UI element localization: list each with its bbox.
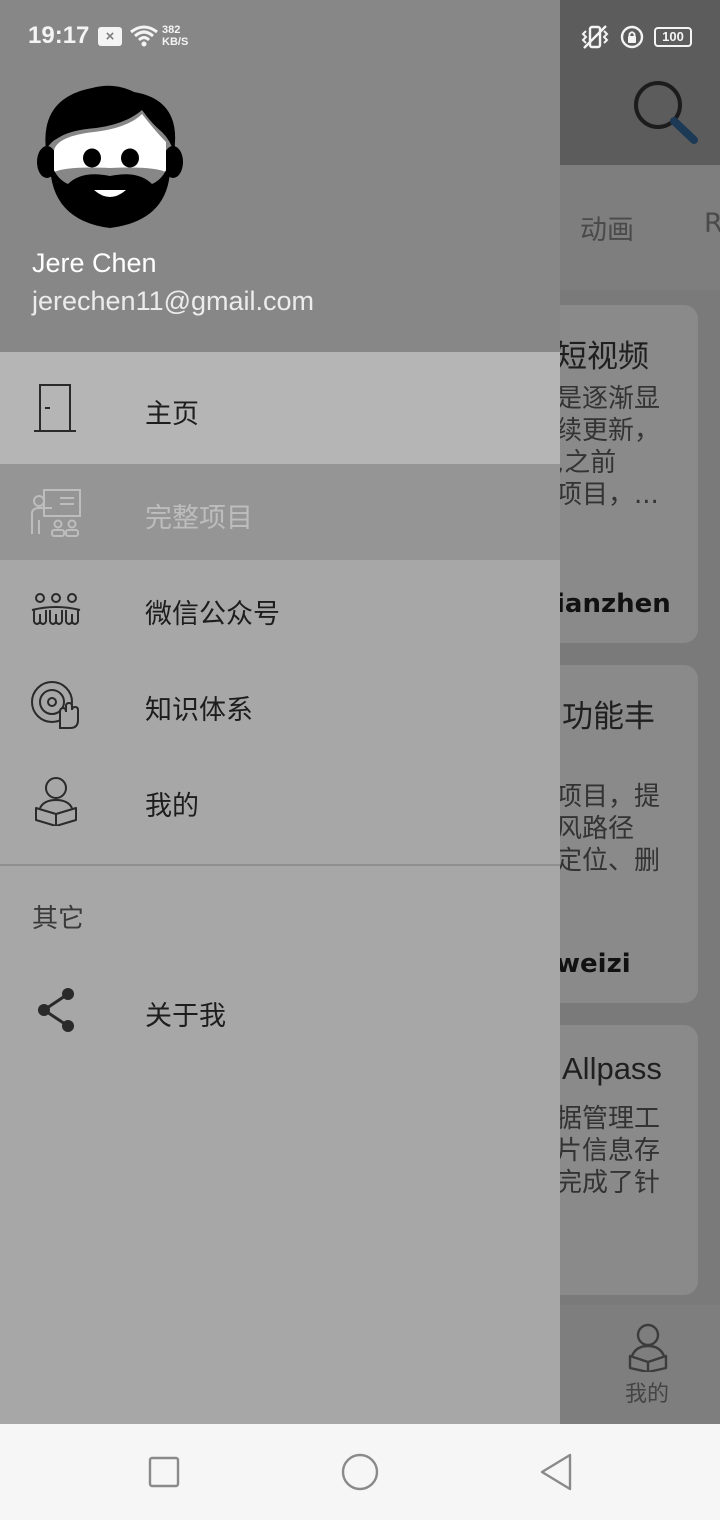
- status-bar: 19:17 × 382 KB/S 100: [0, 0, 720, 72]
- navigation-drawer: Jere Chen jerechen11@gmail.com 主页 完整项目 微…: [0, 0, 560, 1424]
- menu-item-label: 我的: [145, 791, 199, 822]
- vibrate-icon: [581, 25, 609, 49]
- card-author: weizi: [556, 949, 631, 979]
- tab-animation[interactable]: 动画: [580, 208, 634, 247]
- search-icon[interactable]: [628, 78, 700, 144]
- status-time: 19:17: [28, 22, 90, 49]
- card-title: 功能丰: [562, 699, 655, 735]
- card-desc-line: 完成了针: [556, 1168, 661, 1198]
- recents-button[interactable]: [144, 1452, 184, 1492]
- card-desc-line: 是逐渐显: [556, 384, 661, 414]
- notification-close-icon: ×: [98, 27, 122, 46]
- menu-item-label: 完整项目: [145, 503, 253, 534]
- tab-r[interactable]: R: [704, 208, 720, 239]
- menu-item-label: 关于我: [145, 1001, 226, 1032]
- card-desc-line: 定位、删: [556, 846, 661, 876]
- user-name: Jere Chen: [32, 248, 157, 278]
- avatar[interactable]: [34, 80, 184, 232]
- divider: [0, 864, 560, 866]
- battery-icon: 100: [654, 27, 692, 47]
- network-speed: 382 KB/S: [162, 24, 188, 48]
- network-speed-value: 382: [162, 24, 181, 36]
- menu-item-home[interactable]: 主页: [0, 352, 560, 464]
- menu-item-label: 知识体系: [145, 695, 253, 726]
- bottom-nav-label-mine[interactable]: 我的: [625, 1376, 669, 1408]
- back-button[interactable]: [536, 1452, 576, 1492]
- card-desc-line: 续更新，: [556, 416, 661, 446]
- menu-item-label: 微信公众号: [145, 599, 280, 630]
- card-desc-line: 片信息存: [556, 1136, 661, 1166]
- card-desc-line: 项目，提: [556, 782, 661, 812]
- reader-icon[interactable]: [626, 1322, 670, 1372]
- section-header-other: 其它: [32, 904, 85, 934]
- rotation-lock-icon: [620, 25, 644, 49]
- card-desc-line: 据管理工: [556, 1104, 661, 1134]
- card-desc-line: 风路径: [556, 814, 635, 844]
- card-title: Allpass: [562, 1051, 662, 1086]
- menu-item-label: 主页: [145, 399, 199, 430]
- door-icon: [34, 384, 76, 432]
- wifi-icon: [130, 25, 158, 47]
- battery-level: 100: [662, 29, 684, 44]
- status-icons: 100: [580, 24, 692, 50]
- menu-item-projects[interactable]: 完整项目: [0, 464, 560, 560]
- card-title: 短视频: [556, 339, 649, 375]
- card-desc-line: 项目，...: [556, 480, 659, 510]
- screen: 动画 R 短视频 是逐渐显 续更新， ,之前 项目，... ianzhen 功能…: [0, 0, 720, 1520]
- card-author: ianzhen: [556, 589, 671, 619]
- share-icon: [38, 988, 74, 1032]
- system-navigation-bar: [0, 1424, 720, 1520]
- reader-icon: [35, 777, 77, 826]
- presentation-icon: [31, 489, 81, 537]
- menu-item-mine[interactable]: 我的: [0, 752, 560, 848]
- card-desc-line: ,之前: [556, 448, 617, 478]
- home-button[interactable]: [340, 1452, 380, 1492]
- user-email: jerechen11@gmail.com: [32, 286, 315, 316]
- disc-hand-icon: [31, 681, 79, 729]
- group-icon: [31, 593, 81, 625]
- menu-item-about[interactable]: 关于我: [0, 962, 560, 1058]
- menu-item-wechat[interactable]: 微信公众号: [0, 560, 560, 656]
- network-speed-unit: KB/S: [162, 36, 189, 48]
- menu-item-knowledge[interactable]: 知识体系: [0, 656, 560, 752]
